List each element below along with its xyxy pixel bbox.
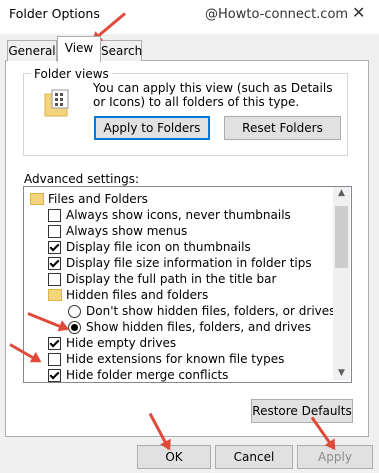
checkbox[interactable] — [48, 337, 61, 350]
tab-general[interactable]: General — [7, 40, 57, 61]
checkbox[interactable] — [48, 209, 61, 222]
restore-defaults-button[interactable]: Restore Defaults — [251, 399, 353, 423]
folder-icon — [48, 289, 62, 301]
folder-views-legend: Folder views — [31, 67, 112, 81]
folder-views-description: You can apply this view (such as Details… — [93, 81, 333, 109]
window-title: Folder Options — [9, 6, 100, 21]
checkbox[interactable] — [48, 273, 61, 286]
checkbox[interactable] — [48, 257, 61, 270]
folder-grid-icon — [44, 89, 72, 120]
watermark: @Howto-connect.com — [205, 7, 349, 22]
folder-icon — [30, 193, 44, 205]
reset-folders-button[interactable]: Reset Folders — [224, 116, 341, 140]
apply-to-folders-button[interactable]: Apply to Folders — [94, 116, 210, 140]
scrollbar-thumb[interactable] — [335, 206, 348, 268]
advanced-settings-label: Advanced settings: — [24, 172, 139, 186]
scroll-down-icon[interactable]: ▼ — [338, 368, 345, 378]
close-icon[interactable]: ✕ — [352, 3, 365, 22]
checkbox[interactable] — [48, 241, 61, 254]
tab-search[interactable]: Search — [100, 40, 142, 61]
radio-button[interactable] — [68, 305, 81, 318]
ok-button[interactable]: OK — [137, 445, 211, 469]
checkbox[interactable] — [48, 353, 61, 366]
scroll-up-icon[interactable]: ▲ — [338, 188, 345, 198]
checkbox[interactable] — [48, 225, 61, 238]
checkbox[interactable] — [48, 369, 61, 382]
tab-view[interactable]: View — [57, 36, 101, 62]
cancel-button[interactable]: Cancel — [215, 445, 293, 469]
